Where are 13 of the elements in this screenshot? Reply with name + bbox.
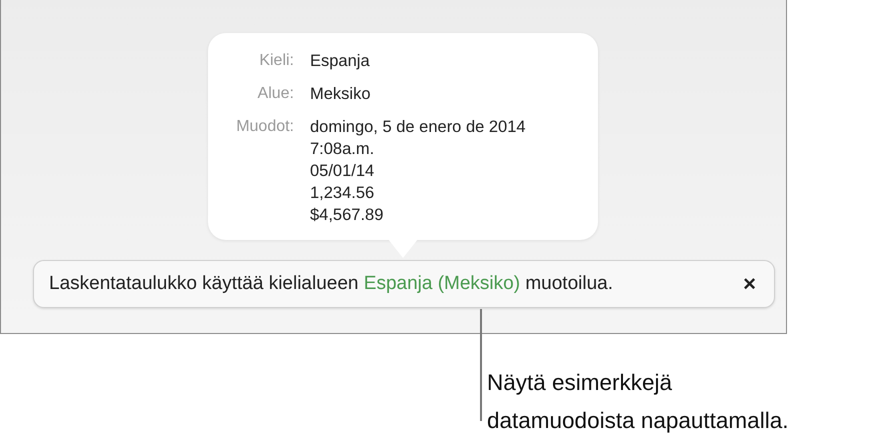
close-button[interactable]: × <box>741 273 758 295</box>
field-label: Alue: <box>256 84 294 104</box>
field-value: Espanja <box>310 51 371 72</box>
field-value: domingo, 5 de enero de 2014 <box>310 117 527 138</box>
field-label: Kieli: <box>258 51 294 71</box>
field-value: 1,234.56 <box>310 183 376 204</box>
callout-text: Näytä esimerkkejä datamuodoista napauttamalla. <box>487 369 788 435</box>
field-value: Meksiko <box>310 84 372 105</box>
field-value: 7:08a.m. <box>310 139 376 160</box>
field-value: $4,567.89 <box>310 205 384 226</box>
banner-message: Laskentataulukko käyttää kielialueen Espanja (Meksiko) muotoilua. <box>49 273 613 295</box>
field-label: Muodot: <box>235 117 294 137</box>
field-value: 05/01/14 <box>310 161 376 182</box>
